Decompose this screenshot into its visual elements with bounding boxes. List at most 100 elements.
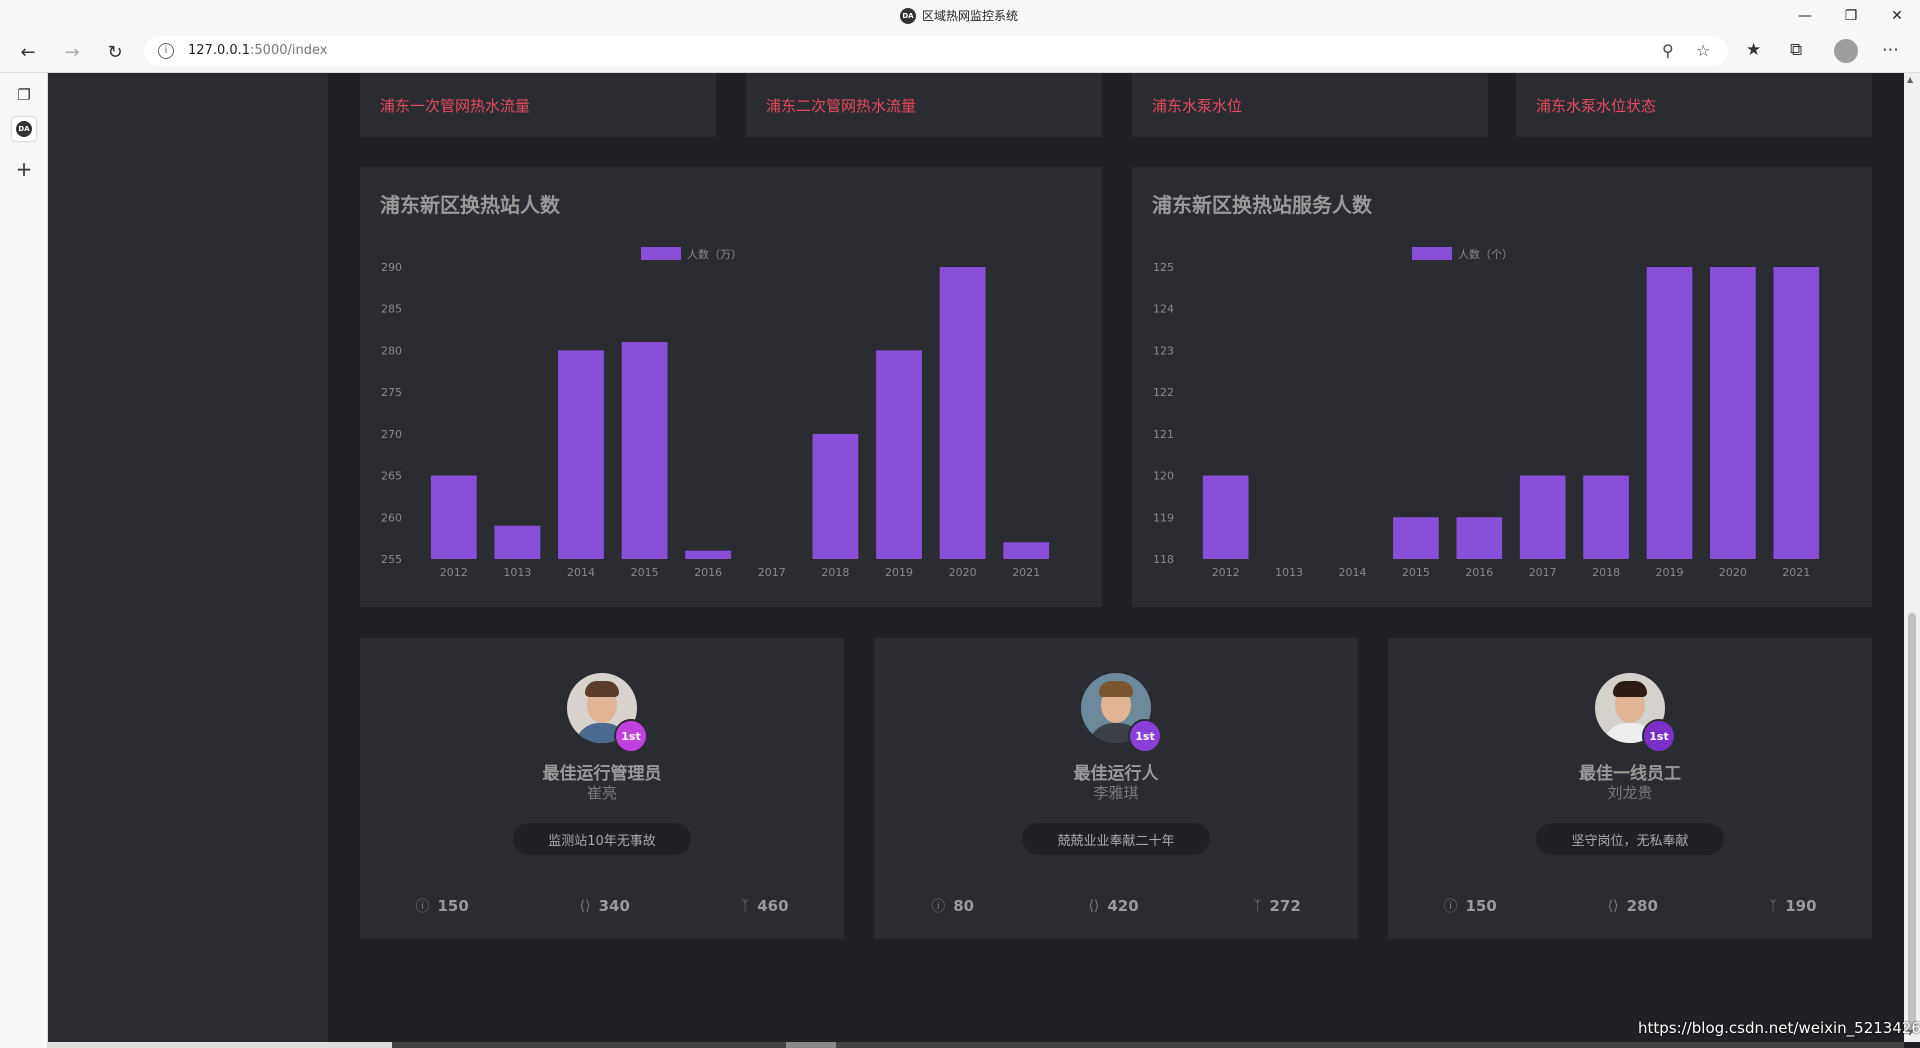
code-icon: ⟨⟩ xyxy=(1088,898,1100,914)
y-tick-label: 280 xyxy=(381,344,402,357)
minimize-icon[interactable]: — xyxy=(1782,0,1828,32)
window-title-text: 区域热网监控系统 xyxy=(922,9,1019,23)
bar xyxy=(939,267,986,559)
y-tick-label: 285 xyxy=(381,303,402,316)
refresh-icon[interactable]: ↻ xyxy=(101,38,129,66)
code-icon: ⟨⟩ xyxy=(579,898,591,914)
top-card-label: 浦东二次管网热水流量 xyxy=(766,97,917,115)
x-tick-label: 2018 xyxy=(821,566,849,579)
app-left-sidebar xyxy=(48,73,328,1042)
x-tick-label: 2018 xyxy=(1592,566,1620,579)
x-tick-label: 2016 xyxy=(694,566,722,579)
legend-swatch xyxy=(641,247,681,260)
legend-swatch xyxy=(1412,247,1452,260)
scroll-thumb[interactable] xyxy=(1908,613,1916,1033)
profile-avatar[interactable] xyxy=(1834,39,1858,63)
stat-item: ⟨⟩ 280 xyxy=(1607,897,1658,915)
y-tick-label: 123 xyxy=(1153,344,1174,357)
page-viewport: 浦东一次管网热水流量 浦东二次管网热水流量 浦东水泵水位 浦东水泵水位状态 浦东… xyxy=(48,73,1904,1042)
favorite-star-icon[interactable]: ☆ xyxy=(1696,41,1710,60)
x-tick-label: 2012 xyxy=(440,566,468,579)
bar xyxy=(1003,542,1050,559)
collections-icon[interactable]: ⧉ xyxy=(1790,40,1802,60)
top-card-4[interactable]: 浦东水泵水位状态 xyxy=(1516,73,1872,137)
code-icon: ⟨⟩ xyxy=(1607,898,1619,914)
vertical-tab-strip: ❐ DA + xyxy=(0,73,48,1048)
info-icon: ⓘ xyxy=(1443,899,1458,915)
back-arrow-icon[interactable]: ← xyxy=(14,38,42,66)
award-title: 最佳运行人 xyxy=(1073,764,1159,784)
hscroll-marker xyxy=(786,1042,836,1048)
legend-label: 人数（个） xyxy=(1458,248,1513,261)
browser-toolbar: ← → ↻ i 127.0.0.1:5000/index ⚲ ☆ ★ ⧉ ⋯ xyxy=(0,32,1920,73)
y-tick-label: 121 xyxy=(1153,428,1174,441)
tab-current[interactable]: DA xyxy=(12,117,36,141)
x-tick-label: 2014 xyxy=(567,566,595,579)
more-menu-icon[interactable]: ⋯ xyxy=(1882,40,1899,60)
profile-card-3[interactable]: 1st 最佳一线员工 刘龙贵 坚守岗位，无私奉献 ⓘ 150 ⟨⟩ 280 ᛉ 190 xyxy=(1388,638,1872,939)
address-bar[interactable]: i 127.0.0.1:5000/index ⚲ ☆ xyxy=(144,36,1728,66)
x-tick-label: 2012 xyxy=(1212,566,1240,579)
description-pill: 兢兢业业奉献二十年 xyxy=(1022,823,1210,855)
stat-item: ⓘ 150 xyxy=(1443,897,1497,915)
bar xyxy=(621,342,668,559)
tab-actions-icon[interactable]: ❐ xyxy=(12,83,36,107)
x-tick-label: 2019 xyxy=(885,566,913,579)
x-tick-label: 2019 xyxy=(1656,566,1684,579)
stat-item: ⓘ 80 xyxy=(931,897,975,915)
profile-card-2[interactable]: 1st 最佳运行人 李雅琪 兢兢业业奉献二十年 ⓘ 80 ⟨⟩ 420 ᛉ 272 xyxy=(874,638,1358,939)
favorites-list-icon[interactable]: ★ xyxy=(1746,40,1761,60)
url-text[interactable]: 127.0.0.1:5000/index xyxy=(188,43,327,58)
git-branch-icon: ᛉ xyxy=(1253,898,1262,914)
y-tick-label: 124 xyxy=(1153,303,1174,316)
browser-titlebar: DA 区域热网监控系统 — ❐ ✕ xyxy=(0,0,1920,32)
top-card-2[interactable]: 浦东二次管网热水流量 xyxy=(746,73,1102,137)
bar xyxy=(1773,267,1820,559)
y-tick-label: 275 xyxy=(381,386,402,399)
y-tick-label: 255 xyxy=(381,553,402,566)
scroll-up-icon[interactable]: ▲ xyxy=(1907,75,1913,84)
x-tick-label: 2014 xyxy=(1339,566,1367,579)
site-info-icon[interactable]: i xyxy=(158,43,174,59)
bar xyxy=(1456,517,1503,559)
horizontal-scrollbar[interactable] xyxy=(48,1042,1904,1048)
legend-label: 人数（万） xyxy=(687,248,742,261)
bar xyxy=(685,550,732,559)
hscroll-thumb[interactable] xyxy=(48,1042,392,1048)
x-tick-label: 1013 xyxy=(1275,566,1303,579)
restore-icon[interactable]: ❐ xyxy=(1828,0,1874,32)
award-title: 最佳一线员工 xyxy=(1579,764,1681,784)
git-branch-icon: ᛉ xyxy=(1768,898,1778,914)
tab-favicon-icon: DA xyxy=(16,121,32,137)
bar xyxy=(876,350,922,559)
bar-chart-1: 人数（万） 255 260 265 270 275 280 285 290 2012 1013 201… xyxy=(381,247,1050,579)
new-tab-plus-icon[interactable]: + xyxy=(12,157,36,181)
y-tick-label: 118 xyxy=(1153,553,1174,566)
y-tick-label: 265 xyxy=(381,470,402,483)
close-icon[interactable]: ✕ xyxy=(1874,0,1920,32)
profile-card-1[interactable]: 1st 最佳运行管理员 崔亮 监测站10年无事故 ⓘ 150 ⟨⟩ 340 ᛉ 460 xyxy=(360,638,844,939)
person-name: 刘龙贵 xyxy=(1607,784,1653,802)
chart-card-1: 浦东新区换热站人数 人数（万） 255 260 265 270 275 280 285 290 2… xyxy=(360,167,1102,607)
forward-arrow-icon[interactable]: → xyxy=(58,38,86,66)
vertical-scrollbar[interactable]: ▲ ▼ xyxy=(1904,73,1920,1042)
x-tick-label: 2021 xyxy=(1782,566,1810,579)
bar xyxy=(1710,267,1756,559)
bar xyxy=(1519,475,1566,559)
award-title: 最佳运行管理员 xyxy=(542,764,662,784)
rank-badge: 1st xyxy=(1128,719,1162,753)
y-tick-label: 122 xyxy=(1153,386,1174,399)
y-tick-label: 260 xyxy=(381,511,402,524)
stat-item: ⓘ 150 xyxy=(415,897,469,915)
top-card-1[interactable]: 浦东一次管网热水流量 xyxy=(360,73,716,137)
stat-item: ᛉ 460 xyxy=(740,897,789,915)
x-tick-label: 2021 xyxy=(1012,566,1040,579)
description-pill: 监测站10年无事故 xyxy=(513,823,691,855)
bar xyxy=(812,433,859,559)
top-card-3[interactable]: 浦东水泵水位 xyxy=(1132,73,1488,137)
x-tick-label: 2017 xyxy=(758,566,786,579)
y-tick-label: 290 xyxy=(381,261,402,274)
y-tick-label: 120 xyxy=(1153,470,1174,483)
key-icon[interactable]: ⚲ xyxy=(1662,41,1674,60)
bar xyxy=(494,525,541,559)
